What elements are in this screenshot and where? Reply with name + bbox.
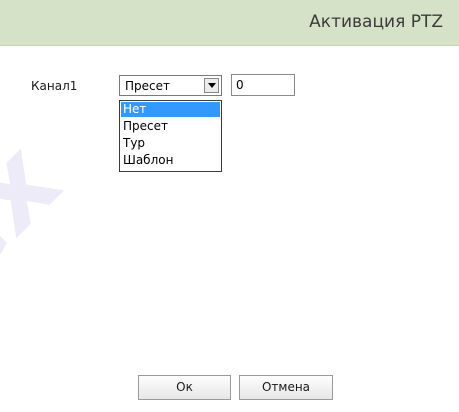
cancel-button[interactable]: Отмена <box>239 375 333 400</box>
dropdown-option-tour[interactable]: Тур <box>121 136 220 151</box>
preset-number-input[interactable] <box>231 74 295 96</box>
dialog-header: Активация PTZ <box>0 0 459 46</box>
channel-label: Канал1 <box>31 79 78 93</box>
dropdown-option-pattern[interactable]: Шаблон <box>121 153 220 168</box>
ok-button[interactable]: Ок <box>138 375 231 400</box>
dropdown-option-none[interactable]: Нет <box>121 102 220 117</box>
dialog-title: Активация PTZ <box>309 12 443 32</box>
action-dropdown-list: Нет Пресет Тур Шаблон <box>119 100 222 172</box>
action-select[interactable]: Пресет <box>119 75 222 96</box>
chevron-down-icon[interactable] <box>204 78 219 93</box>
dropdown-option-preset[interactable]: Пресет <box>121 119 220 134</box>
action-select-value: Пресет <box>125 79 170 93</box>
